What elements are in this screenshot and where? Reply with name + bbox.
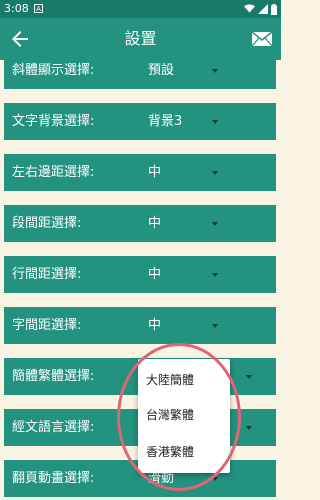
dropdown-arrow-icon <box>212 120 218 124</box>
setting-label: 經文語言選擇: <box>12 420 95 435</box>
page-title: 設置 <box>124 29 157 48</box>
setting-label: 左右邊距選擇: <box>12 165 95 180</box>
notification-icon: A <box>34 4 43 13</box>
dropdown-arrow-icon <box>246 375 252 379</box>
dropdown-arrow-icon <box>212 324 218 328</box>
dropdown-option-simplified[interactable]: 大陸簡體 <box>146 372 226 388</box>
setting-italic[interactable]: 斜體顯示選擇: 預設 <box>4 60 276 89</box>
setting-value: 中 <box>148 267 162 282</box>
setting-label: 段間距選擇: <box>12 216 82 231</box>
setting-value: 預設 <box>148 63 175 78</box>
dropdown-arrow-icon <box>212 69 218 73</box>
setting-line-spacing[interactable]: 行間距選擇: 中 <box>4 256 276 293</box>
setting-label: 簡體繁體選擇: <box>12 369 95 384</box>
app-bar: 設置 <box>0 18 281 60</box>
setting-label: 行間距選擇: <box>12 267 82 282</box>
setting-side-margin[interactable]: 左右邊距選擇: 中 <box>4 154 276 191</box>
dropdown-arrow-icon <box>212 477 218 481</box>
setting-label: 斜體顯示選擇: <box>12 63 95 78</box>
signal-icon <box>258 4 268 14</box>
setting-value: 中 <box>148 165 162 180</box>
setting-label: 翻頁動畫選擇: <box>12 471 95 486</box>
status-time: 3:08 <box>4 2 29 15</box>
dropdown-option-taiwan-traditional[interactable]: 台灣繁體 <box>146 407 226 423</box>
status-bar: 3:08 A <box>0 0 281 18</box>
battery-icon <box>271 3 277 15</box>
dropdown-arrow-icon <box>212 171 218 175</box>
setting-letter-spacing[interactable]: 字間距選擇: 中 <box>4 307 276 344</box>
screen: 3:08 A 設置 斜體顯示選擇: 預設 文字背景選擇: 背景3 左右邊距選擇:… <box>0 0 281 500</box>
setting-label: 文字背景選擇: <box>12 114 95 129</box>
script-type-dropdown: 大陸簡體 台灣繁體 香港繁體 <box>138 359 230 473</box>
dropdown-arrow-icon <box>212 222 218 226</box>
dropdown-arrow-icon <box>212 273 218 277</box>
status-icons <box>244 3 277 15</box>
wifi-icon <box>244 4 255 13</box>
dropdown-option-hongkong-traditional[interactable]: 香港繁體 <box>146 444 226 460</box>
mail-icon[interactable] <box>251 29 273 49</box>
setting-text-background[interactable]: 文字背景選擇: 背景3 <box>4 103 276 140</box>
setting-value: 中 <box>148 318 162 333</box>
setting-value: 中 <box>148 216 162 231</box>
dropdown-arrow-icon <box>246 426 252 430</box>
setting-paragraph-spacing[interactable]: 段間距選擇: 中 <box>4 205 276 242</box>
setting-value: 背景3 <box>148 114 183 129</box>
setting-label: 字間距選擇: <box>12 318 82 333</box>
